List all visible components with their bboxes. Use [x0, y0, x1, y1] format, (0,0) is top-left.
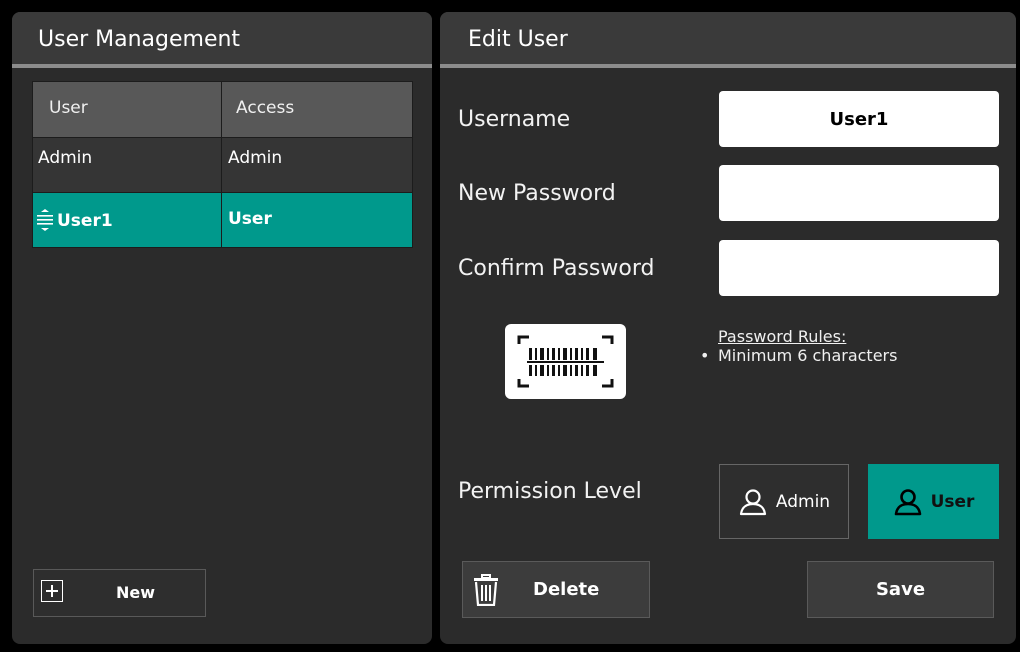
column-header-user[interactable]: User — [33, 82, 223, 137]
permission-level-label: Permission Level — [458, 479, 642, 504]
add-box-icon — [41, 580, 63, 602]
edit-user-panel: Edit User Username New Password Confirm … — [440, 12, 1016, 644]
new-user-button[interactable]: New — [33, 569, 206, 617]
confirm-password-label: Confirm Password — [458, 256, 655, 281]
user-management-panel: User Management User Access Admin Admin … — [12, 12, 432, 644]
new-password-input[interactable] — [719, 165, 999, 221]
username-input[interactable] — [719, 91, 999, 147]
user-cell-text: User1 — [57, 211, 113, 231]
permission-user-label: User — [930, 491, 975, 512]
password-rule-item: • Minimum 6 characters — [700, 346, 897, 365]
username-label: Username — [458, 107, 571, 132]
trash-icon — [474, 574, 498, 606]
password-rule-text: Minimum 6 characters — [718, 346, 898, 365]
edit-user-title: Edit User — [440, 12, 1016, 68]
person-icon — [739, 488, 767, 515]
reorder-icon — [37, 209, 53, 231]
delete-label: Delete — [533, 579, 600, 600]
permission-admin-label: Admin — [775, 491, 831, 512]
table-row-selected[interactable]: User1 User — [33, 192, 412, 247]
column-header-access[interactable]: Access — [222, 82, 412, 137]
user-table: User Access Admin Admin User1 User — [32, 81, 413, 248]
access-cell: Admin — [222, 138, 412, 192]
bullet-glyph: • — [700, 346, 710, 365]
access-cell: User — [222, 193, 412, 247]
table-header-row: User Access — [33, 82, 412, 137]
new-button-label: New — [116, 583, 156, 602]
user-cell: Admin — [33, 138, 222, 192]
user-cell: User1 — [33, 193, 222, 247]
barcode-scan-button[interactable] — [505, 324, 626, 399]
permission-user-button[interactable]: User — [868, 464, 999, 539]
save-button[interactable]: Save — [807, 561, 994, 618]
permission-admin-button[interactable]: Admin — [719, 464, 849, 539]
password-rules-title: Password Rules: — [718, 327, 847, 346]
confirm-password-input[interactable] — [719, 240, 999, 296]
table-row[interactable]: Admin Admin — [33, 137, 412, 192]
new-password-label: New Password — [458, 181, 616, 206]
delete-button[interactable]: Delete — [462, 561, 650, 618]
barcode-scan-icon — [517, 335, 614, 388]
person-icon — [894, 488, 921, 515]
user-management-title: User Management — [12, 12, 432, 68]
